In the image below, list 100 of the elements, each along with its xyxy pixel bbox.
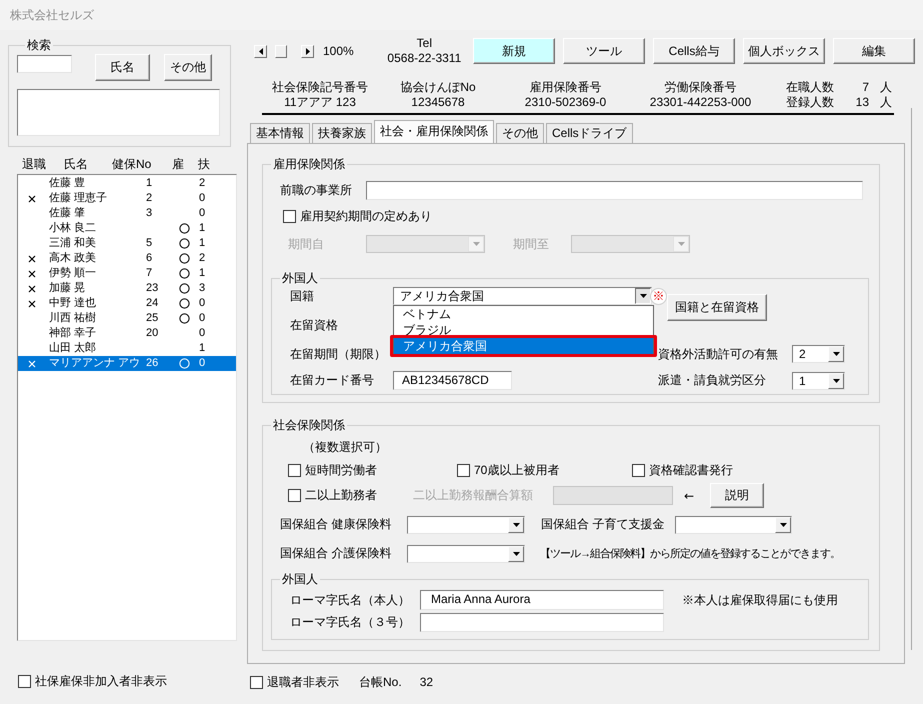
column-header: 退職: [22, 157, 46, 171]
window-title: 株式会社セルズ: [10, 6, 94, 24]
dropdown-option[interactable]: ブラジル: [394, 322, 653, 338]
group-title: 外国人: [281, 572, 319, 586]
caret-right-icon: [306, 48, 310, 54]
checkbox[interactable]: [288, 464, 301, 477]
group-title: 外国人: [281, 271, 319, 285]
field-label: 二以上勤務報酬合算額: [413, 487, 534, 504]
search-button[interactable]: その他: [164, 54, 212, 81]
tab[interactable]: 扶養家族: [312, 123, 372, 143]
scroll-thumb[interactable]: [275, 44, 287, 58]
field-label: 国保組合 子育て支援金: [541, 516, 666, 533]
checkbox-label[interactable]: 社保雇保非加入者非表示: [35, 672, 167, 690]
employee-row[interactable]: 伊勢 順一 7 1: [18, 266, 236, 281]
dropdown-field[interactable]: 2: [792, 345, 845, 363]
tab[interactable]: Cellsドライブ: [546, 123, 633, 143]
dropdown-field[interactable]: [407, 544, 525, 562]
count-value: 13: [856, 95, 869, 110]
table-cell: 高木 政美: [49, 251, 96, 266]
dropdown-field[interactable]: [675, 516, 792, 534]
checkbox-label[interactable]: 雇用契約期間の定めあり: [300, 208, 432, 225]
field-value: 12345678: [411, 95, 465, 110]
toolbar-button[interactable]: ツール: [563, 38, 645, 64]
table-cell: 20: [146, 326, 158, 341]
group-title: 社会保険関係: [272, 418, 346, 432]
employee-row[interactable]: 川西 祐樹 25 0: [18, 311, 236, 326]
checkbox-label[interactable]: 資格確認書発行: [649, 462, 733, 479]
field-label: 協会けんぽNo: [400, 80, 476, 95]
ledger-label: 台帳No.: [359, 674, 402, 690]
tab[interactable]: その他: [496, 123, 544, 143]
checkbox[interactable]: [457, 464, 470, 477]
group-title: 検索: [26, 38, 52, 52]
dropdown-field[interactable]: [407, 516, 525, 534]
caret-left-icon: [258, 48, 262, 54]
column-header: 雇: [172, 157, 184, 171]
count-unit: 人: [879, 95, 891, 110]
caret-down-icon: [678, 242, 684, 246]
toolbar-button[interactable]: 編集: [833, 38, 915, 64]
table-cell: 神部 幸子: [49, 326, 96, 341]
field-label: 社会保険記号番号: [272, 80, 368, 95]
employee-row[interactable]: 佐藤 理恵子 2 0: [18, 191, 236, 206]
dropdown-field[interactable]: 1: [792, 372, 845, 390]
employee-row[interactable]: 佐藤 豊 1 2: [18, 176, 236, 191]
dropdown-option[interactable]: ベトナム: [394, 306, 653, 322]
table-cell: 24: [146, 296, 158, 311]
checkbox[interactable]: [283, 210, 296, 223]
text-field[interactable]: [366, 181, 863, 200]
employee-row[interactable]: 山田 太郎 1: [18, 341, 236, 356]
nationality-dropdown[interactable]: アメリカ合衆国: [393, 287, 652, 305]
table-cell: 1: [199, 266, 206, 281]
employee-row[interactable]: 高木 政美 6 2: [18, 251, 236, 266]
employee-row[interactable]: 小林 良二 1: [18, 221, 236, 236]
toolbar-button[interactable]: Cells給与: [653, 38, 735, 64]
scroll-right-button[interactable]: [301, 44, 314, 58]
text-field[interactable]: AB12345678CD: [393, 371, 512, 390]
nationality-button[interactable]: 国籍と在留資格: [667, 294, 767, 321]
checkbox[interactable]: [250, 676, 263, 688]
table-cell: 25: [146, 311, 158, 326]
table-cell: 佐藤 理恵子: [49, 191, 108, 206]
checkbox-label[interactable]: 70歳以上被用者: [474, 462, 560, 479]
search-result-list[interactable]: [17, 89, 220, 136]
explain-button[interactable]: 説明: [710, 483, 764, 508]
scroll-left-button[interactable]: [254, 44, 267, 58]
checkbox[interactable]: [18, 674, 31, 688]
table-cell: 佐藤 豊: [49, 176, 86, 191]
toolbar-button[interactable]: 個人ボックス: [743, 38, 825, 64]
search-field[interactable]: [17, 55, 72, 73]
checkbox[interactable]: [632, 464, 645, 477]
field-label: 資格外活動許可の有無: [657, 346, 779, 362]
caret-down-icon: [780, 522, 786, 526]
search-button[interactable]: 氏名: [95, 54, 150, 81]
checkbox[interactable]: [288, 489, 301, 502]
field-label: ローマ字氏名（３号）: [290, 614, 411, 631]
caret-down-icon: [832, 352, 840, 356]
table-cell: 7: [146, 266, 152, 281]
employee-row[interactable]: 神部 幸子 20 0: [18, 326, 236, 341]
employee-row[interactable]: マリアアンナ アウ 26 0: [18, 356, 236, 371]
table-cell: 川西 祐樹: [49, 311, 96, 326]
field-label: 期間至: [513, 236, 550, 252]
employee-row[interactable]: 中野 達也 24 0: [18, 296, 236, 311]
text-field[interactable]: [420, 613, 664, 632]
table-cell: 23: [146, 281, 158, 296]
table-cell: 0: [199, 311, 206, 326]
text-field[interactable]: Maria Anna Aurora: [420, 590, 664, 610]
dropdown-option[interactable]: アメリカ合衆国: [394, 338, 653, 354]
employee-row[interactable]: 加藤 晃 23 3: [18, 281, 236, 296]
hint-text: （複数選択可）: [303, 440, 387, 454]
tab[interactable]: 基本情報: [250, 123, 310, 143]
toolbar-button[interactable]: 新規: [473, 38, 555, 64]
employee-row[interactable]: 三浦 和美 5 1: [18, 236, 236, 251]
table-cell: 3: [199, 281, 206, 296]
checkbox-label[interactable]: 短時間労働者: [305, 462, 377, 479]
field-label: 国保組合 介護保険料: [280, 545, 392, 562]
employee-row[interactable]: 佐藤 肇 3 0: [18, 206, 236, 221]
checkbox-label[interactable]: 二以上勤務者: [305, 487, 377, 504]
field-label: ローマ字氏名（本人）: [290, 592, 411, 608]
table-cell: 2: [146, 191, 152, 206]
field-label: 在留カード番号: [290, 372, 375, 389]
tab[interactable]: 社会・雇用保険関係: [374, 120, 494, 143]
checkbox-label[interactable]: 退職者非表示: [267, 674, 339, 690]
